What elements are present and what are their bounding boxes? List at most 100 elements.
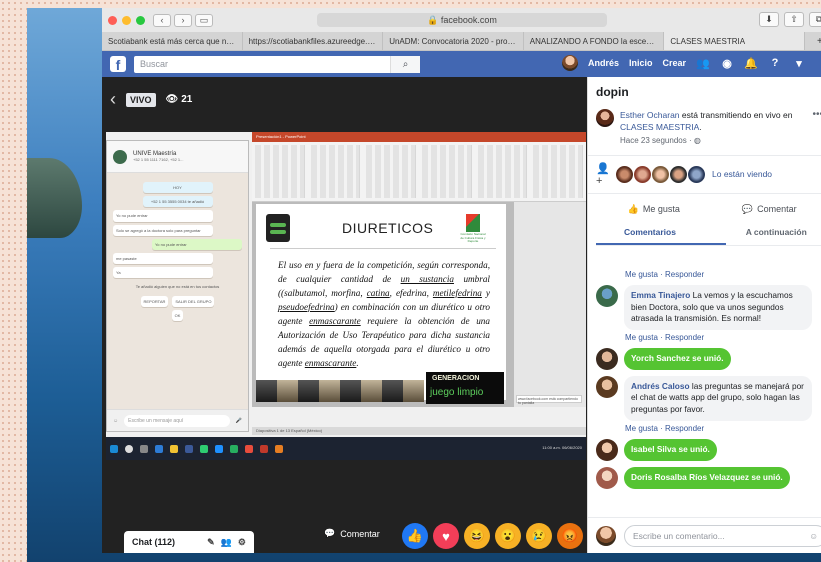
- author-avatar[interactable]: [596, 109, 614, 127]
- share-icon[interactable]: ⇧: [784, 12, 804, 27]
- forward-button[interactable]: ›: [174, 13, 192, 27]
- comment-button[interactable]: 💬 Comentar: [324, 528, 380, 539]
- watcher-avatar[interactable]: [669, 164, 688, 184]
- commenter-name[interactable]: Isabel Silva: [631, 444, 676, 454]
- user-name-link[interactable]: Andrés: [588, 58, 619, 68]
- like-button[interactable]: 👍 Me gusta: [596, 204, 712, 215]
- back-button[interactable]: ‹: [153, 13, 171, 27]
- post-group-link[interactable]: CLASES MAESTRIA: [620, 122, 699, 132]
- emoji-icon[interactable]: ☺: [809, 531, 818, 541]
- haha-reaction-icon[interactable]: 😆: [464, 523, 490, 549]
- tab-unadm[interactable]: UnADM: Convocatoria 2020 - promod...: [383, 32, 524, 50]
- viewer-count-value: 21: [181, 94, 193, 105]
- edit-icon[interactable]: ✎: [207, 537, 215, 548]
- app-icon: [185, 444, 193, 453]
- post-author-link[interactable]: Esther Ocharan: [620, 110, 680, 120]
- watcher-avatar[interactable]: [651, 164, 670, 184]
- whatsapp-day-label: HOY: [142, 182, 213, 194]
- commenter-name[interactable]: Yorch Sanchez: [631, 353, 690, 363]
- zoom-window-button[interactable]: [136, 15, 145, 25]
- live-video-player[interactable]: ‹ VIVO 👁 21 UNIVE Maestría +52 1 55 1111 …: [102, 77, 587, 553]
- whatsapp-taskbar-icon: [200, 444, 208, 453]
- messenger-icon[interactable]: ◉: [720, 56, 734, 70]
- watcher-avatar[interactable]: [615, 164, 634, 184]
- comment-input[interactable]: Escribe un comentario... ☺: [624, 524, 821, 547]
- watching-label[interactable]: Lo están viendo: [712, 169, 772, 179]
- account-menu-chevron-icon[interactable]: ▾: [792, 56, 806, 70]
- commenter-name[interactable]: Emma Tinajero: [631, 290, 690, 300]
- slide: DIURETICOS Comisión Nacional de Cultura …: [256, 204, 506, 404]
- help-icon[interactable]: ?: [768, 56, 782, 70]
- add-person-icon[interactable]: 👤+: [596, 162, 610, 187]
- facebook-navbar: f Buscar ⌕ Andrés Inicio Crear 👥 ◉ 🔔 ? ▾: [102, 51, 821, 77]
- friends-icon[interactable]: 👥: [696, 56, 710, 70]
- tab-bar: Scotiabank está más cerca que nunca |...…: [102, 32, 821, 51]
- back-arrow-icon[interactable]: ‹: [110, 89, 116, 110]
- commenter-avatar[interactable]: [596, 347, 618, 370]
- notifications-bell-icon[interactable]: 🔔: [744, 56, 758, 70]
- nav-crear[interactable]: Crear: [663, 58, 687, 68]
- eye-icon: 👁: [165, 94, 179, 105]
- browser-window: ‹ › ▭ 🔒 facebook.com ⬇ ⇧ ⧉ Scotiabank es…: [102, 8, 821, 553]
- slide-photo-strip: [256, 380, 424, 402]
- browser-toolbar: ‹ › ▭ 🔒 facebook.com ⬇ ⇧ ⧉: [102, 8, 821, 32]
- wow-reaction-icon[interactable]: 😮: [495, 523, 521, 549]
- angry-reaction-icon[interactable]: 😡: [557, 523, 583, 549]
- post-time[interactable]: Hace 23 segundos ·: [620, 136, 694, 145]
- tab-scotiabankfiles[interactable]: https://scotiabankfiles.azureedge.net/s.…: [243, 32, 384, 50]
- comment-actions[interactable]: Me gusta · Responder: [625, 270, 821, 279]
- nav-inicio[interactable]: Inicio: [629, 58, 653, 68]
- comment-actions[interactable]: Me gusta · Responder: [625, 333, 821, 342]
- comment-action-label: Comentar: [757, 204, 797, 215]
- comment-item: Emma Tinajero La vemos y la escuchamos b…: [596, 285, 821, 330]
- sad-reaction-icon[interactable]: 😢: [526, 523, 552, 549]
- commenter-name[interactable]: Andrés Caloso: [631, 381, 690, 391]
- more-options-icon[interactable]: •••: [812, 109, 821, 120]
- comment-action-button[interactable]: 💬 Comentar: [712, 204, 821, 215]
- commenter-avatar[interactable]: [596, 438, 618, 461]
- whatsapp-message: Yo no pude entrar: [152, 238, 242, 250]
- comments-list: Me gusta · Responder Emma Tinajero La ve…: [588, 267, 821, 515]
- tabs-overview-icon[interactable]: ⧉: [809, 12, 821, 27]
- tab-a-continuacion[interactable]: A continuación: [726, 223, 821, 245]
- comment-item: Isabel Silva se unió.: [596, 438, 821, 461]
- download-icon[interactable]: ⬇: [759, 12, 779, 27]
- like-reaction-icon[interactable]: 👍: [402, 523, 428, 549]
- whatsapp-input: Escribe un mensaje aquí: [124, 414, 230, 427]
- chat-button[interactable]: Chat (112) ✎ 👥 ⚙: [124, 531, 254, 553]
- settings-gear-icon[interactable]: ⚙: [238, 537, 246, 548]
- minimize-window-button[interactable]: [122, 15, 131, 25]
- commenter-avatar[interactable]: [596, 285, 618, 307]
- comment-actions[interactable]: Me gusta · Responder: [625, 424, 821, 433]
- commenter-name[interactable]: Doris Rosalba Ríos Velazquez: [631, 472, 749, 482]
- slide-left-logo: [266, 214, 290, 242]
- sidebar-toggle-icon[interactable]: ▭: [195, 13, 213, 27]
- search-icon[interactable]: ⌕: [390, 55, 420, 73]
- chat-label: Chat (112): [132, 537, 176, 547]
- join-text: se unió.: [676, 443, 710, 454]
- group-avatar: [113, 149, 127, 164]
- watcher-avatar[interactable]: [633, 164, 652, 184]
- user-avatar[interactable]: [562, 55, 578, 71]
- join-text: se unió.: [749, 471, 783, 482]
- love-reaction-icon[interactable]: ♥: [433, 523, 459, 549]
- speech-bubble-icon: 💬: [324, 528, 336, 538]
- group-icon[interactable]: 👥: [221, 537, 232, 548]
- watcher-avatar[interactable]: [687, 164, 706, 184]
- commenter-avatar[interactable]: [596, 466, 618, 489]
- tab-analizando[interactable]: ANALIZANDO A FONDO la escena d...: [524, 32, 665, 50]
- tab-scotiabank[interactable]: Scotiabank está más cerca que nunca |...: [102, 32, 243, 50]
- comment-label: Comentar: [340, 528, 380, 539]
- tab-comentarios[interactable]: Comentarios: [596, 223, 726, 245]
- close-window-button[interactable]: [108, 15, 117, 25]
- search-input[interactable]: Buscar ⌕: [134, 55, 420, 73]
- commenter-avatar[interactable]: [596, 375, 618, 398]
- address-bar[interactable]: 🔒 facebook.com: [317, 13, 607, 27]
- facebook-logo[interactable]: f: [110, 56, 126, 72]
- windows-taskbar: 11:00 a.m. 06/06/2020: [106, 437, 586, 460]
- powerpoint-side-panel: www.facebook.com está compartiendo tu pa…: [514, 202, 586, 407]
- new-tab-button[interactable]: +: [805, 32, 821, 50]
- tab-clases-maestria[interactable]: CLASES MAESTRIA: [664, 32, 805, 50]
- url-text: facebook.com: [440, 15, 497, 25]
- whatsapp-message: Ya: [113, 267, 213, 279]
